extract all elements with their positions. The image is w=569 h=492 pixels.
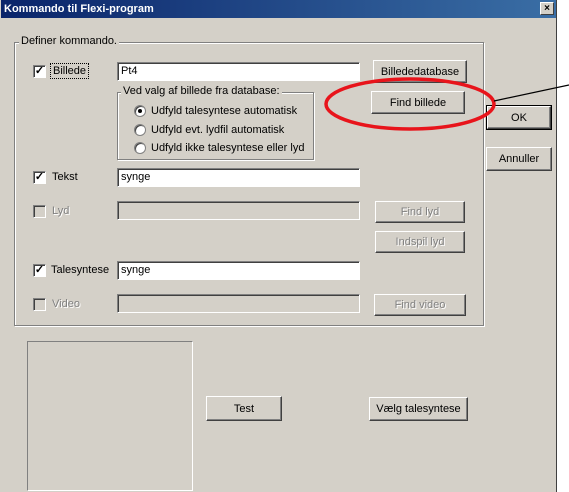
option-label-3: Udfyld ikke talesyntese eller lyd (151, 142, 305, 154)
check-icon: ✓ (34, 171, 45, 183)
radio-selected-dot (138, 109, 142, 113)
tekst-input[interactable]: synge (117, 168, 360, 187)
vaelg-talesyntese-button[interactable]: Vælg talesyntese (369, 397, 468, 421)
tekst-checkbox[interactable]: ✓ (33, 171, 46, 184)
option-label-2: Udfyld evt. lydfil automatisk (151, 124, 285, 136)
radio-udfyld-talesyntese[interactable] (134, 105, 146, 117)
lyd-label: Lyd (52, 205, 70, 217)
radio-udfyld-lydfil[interactable] (134, 124, 146, 136)
radio-udfyld-ikke[interactable] (134, 142, 146, 154)
billede-label: Billede (49, 63, 90, 79)
lyd-input[interactable] (117, 201, 360, 220)
annuller-button[interactable]: Annuller (486, 147, 552, 171)
ok-button[interactable]: OK (486, 105, 552, 130)
video-input[interactable] (117, 294, 360, 313)
video-label: Video (52, 298, 80, 310)
definer-kommando-label: Definer kommando. (19, 35, 119, 48)
lyd-checkbox[interactable] (33, 205, 46, 218)
window-title: Kommando til Flexi-program (4, 3, 154, 15)
check-icon: ✓ (34, 264, 45, 276)
close-icon: × (544, 3, 550, 14)
billede-checkbox[interactable]: ✓ (33, 65, 46, 78)
image-preview-panel (27, 341, 193, 491)
talesyntese-input[interactable]: synge (117, 261, 360, 280)
test-button[interactable]: Test (206, 396, 282, 421)
talesyntese-label: Talesyntese (51, 264, 110, 276)
dialog-window: Kommando til Flexi-program × Definer kom… (0, 0, 557, 492)
title-bar[interactable]: Kommando til Flexi-program × (1, 0, 556, 18)
database-options-label: Ved valg af billede fra database: (121, 85, 282, 98)
billede-input[interactable]: Pt4 (117, 62, 360, 81)
close-button[interactable]: × (540, 2, 554, 15)
video-checkbox[interactable] (33, 298, 46, 311)
option-label-1: Udfyld talesyntese automatisk (151, 105, 298, 117)
talesyntese-checkbox[interactable]: ✓ (33, 264, 46, 277)
check-icon: ✓ (34, 65, 45, 77)
find-lyd-button[interactable]: Find lyd (375, 201, 465, 223)
billededatabase-button[interactable]: Billededatabase (373, 60, 467, 83)
find-billede-button[interactable]: Find billede (371, 91, 465, 114)
find-video-button[interactable]: Find video (374, 294, 466, 316)
tekst-label: Tekst (52, 171, 78, 183)
indspil-lyd-button[interactable]: Indspil lyd (375, 231, 465, 253)
